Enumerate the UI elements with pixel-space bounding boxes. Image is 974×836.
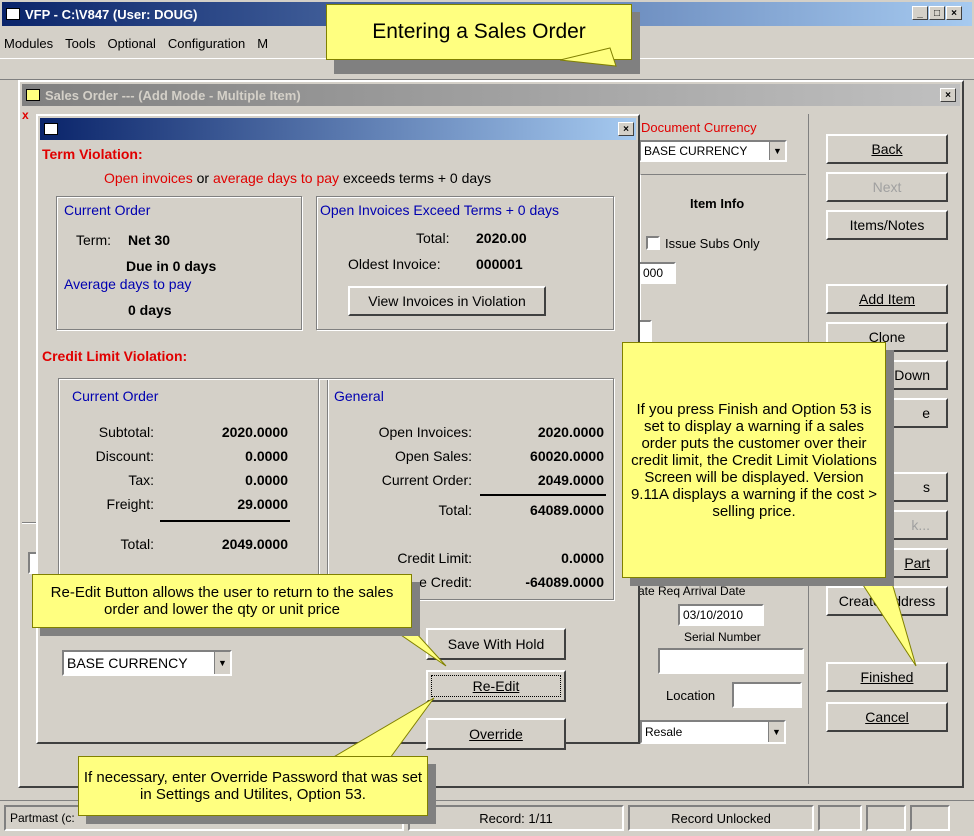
status-cell — [910, 805, 950, 831]
item-info-label: Item Info — [690, 196, 745, 211]
location-field[interactable] — [732, 682, 802, 708]
credit-heading: Credit Limit Violation: — [42, 348, 188, 364]
override-note-callout: If necessary, enter Override Password th… — [78, 756, 428, 816]
window-controls: _ □ × — [912, 6, 962, 20]
issue-subs-checkbox[interactable] — [646, 236, 660, 250]
chevron-down-icon[interactable]: ▼ — [769, 142, 785, 160]
maximize-icon[interactable]: □ — [929, 6, 945, 20]
credit-limit-row: Credit Limit: 0.0000 — [397, 550, 604, 566]
general-label: General — [334, 388, 384, 404]
menu-bar: Modules Tools Optional Configuration M — [4, 36, 268, 51]
re-edit-button[interactable]: Re-Edit — [426, 670, 566, 702]
menu-item[interactable]: Tools — [65, 36, 95, 51]
term-value: Net 30 — [128, 232, 171, 248]
reedit-note-callout: Re-Edit Button allows the user to return… — [32, 574, 412, 628]
close-icon[interactable]: × — [946, 6, 962, 20]
resale-select[interactable]: Resale ▼ — [640, 720, 786, 744]
sales-order-title: Sales Order --- (Add Mode - Multiple Ite… — [45, 87, 301, 103]
status-cell — [818, 805, 862, 831]
gen-total-divider — [480, 494, 606, 496]
menu-item[interactable]: Configuration — [168, 36, 245, 51]
next-button[interactable]: Next — [826, 172, 948, 202]
open-sales-row: Open Sales: 60020.0000 — [394, 448, 604, 464]
tax-row: Tax: 0.0000 — [128, 472, 288, 488]
chevron-down-icon[interactable]: ▼ — [214, 652, 230, 674]
current-order-row: Current Order: 2049.0000 — [381, 472, 604, 488]
status-cell — [866, 805, 906, 831]
term-description: Open invoices or average days to pay exc… — [104, 170, 492, 186]
serial-label: Serial Number — [684, 630, 761, 644]
menu-item[interactable]: Modules — [4, 36, 53, 51]
menu-item[interactable]: M — [257, 36, 268, 51]
open-invoices-heading: Open Invoices Exceed Terms + 0 days — [320, 202, 560, 218]
status-record: Record: 1/11 — [408, 805, 624, 831]
serial-field[interactable] — [658, 648, 804, 674]
location-label: Location — [666, 688, 716, 703]
banner-pointer — [560, 47, 617, 67]
sales-order-close-icon[interactable]: × — [940, 88, 956, 102]
term-heading: Term Violation: — [42, 146, 143, 162]
freight-row: Freight: 29.0000 — [106, 496, 288, 512]
term-current-order-label: Current Order — [64, 202, 151, 218]
open-invoices-row: Open Invoices: 2020.0000 — [378, 424, 604, 440]
left-divider — [22, 522, 36, 524]
red-x-icon[interactable]: x — [22, 108, 29, 122]
req-arrival-label: ate Req Arrival Date — [638, 584, 746, 598]
co-total-row: Total: 2049.0000 — [120, 536, 288, 552]
subtotal-row: Subtotal: 2020.0000 — [98, 424, 288, 440]
general-group — [318, 378, 614, 600]
credit-current-order-group — [58, 378, 328, 600]
credit-current-order-label: Current Order — [72, 388, 159, 404]
cancel-button[interactable]: Cancel — [826, 702, 948, 732]
oi-total-label: Total: — [416, 230, 450, 246]
term-label: Term: — [76, 232, 111, 248]
avg-days-value: 0 days — [128, 302, 172, 318]
violation-dialog: × Term Violation: Open invoices or avera… — [36, 114, 640, 750]
partial-field[interactable]: 000 — [638, 262, 676, 284]
finish-note-callout: If you press Finish and Option 53 is set… — [622, 342, 886, 578]
discount-row: Discount: 0.0000 — [95, 448, 288, 464]
sales-order-titlebar: Sales Order --- (Add Mode - Multiple Ite… — [22, 84, 960, 106]
req-arrival-field[interactable]: 03/10/2010 — [678, 604, 764, 626]
issue-subs-label: Issue Subs Only — [665, 236, 760, 251]
override-note-pointer — [330, 697, 435, 759]
app-icon — [6, 8, 20, 20]
view-invoices-button[interactable]: View Invoices in Violation — [348, 286, 546, 316]
avg-days-label: Average days to pay — [64, 276, 192, 292]
gen-total-row: Total: 64089.0000 — [438, 502, 604, 518]
add-item-button[interactable]: Add Item — [826, 284, 948, 314]
due-text: Due in 0 days — [126, 258, 217, 274]
doc-currency-select[interactable]: BASE CURRENCY ▼ — [639, 140, 787, 162]
form-icon — [26, 89, 40, 101]
oi-total-value: 2020.00 — [476, 230, 527, 246]
status-lock: Record Unlocked — [628, 805, 814, 831]
items-notes-button[interactable]: Items/Notes — [826, 210, 948, 240]
co-total-divider — [160, 520, 290, 522]
back-button[interactable]: Back — [826, 134, 948, 164]
violation-close-icon[interactable]: × — [618, 122, 634, 136]
menu-item[interactable]: Optional — [108, 36, 156, 51]
form-icon — [44, 123, 58, 135]
app-title: VFP - C:\V847 (User: DOUG) — [25, 6, 198, 22]
doc-currency-label: Document Currency — [641, 120, 757, 135]
currency-select[interactable]: BASE CURRENCY ▼ — [62, 650, 232, 676]
chevron-down-icon[interactable]: ▼ — [768, 722, 784, 742]
oldest-invoice-value: 000001 — [476, 256, 523, 272]
oldest-invoice-label: Oldest Invoice: — [348, 256, 441, 272]
minimize-icon[interactable]: _ — [912, 6, 928, 20]
override-button[interactable]: Override — [426, 718, 566, 750]
violation-titlebar — [40, 118, 636, 140]
